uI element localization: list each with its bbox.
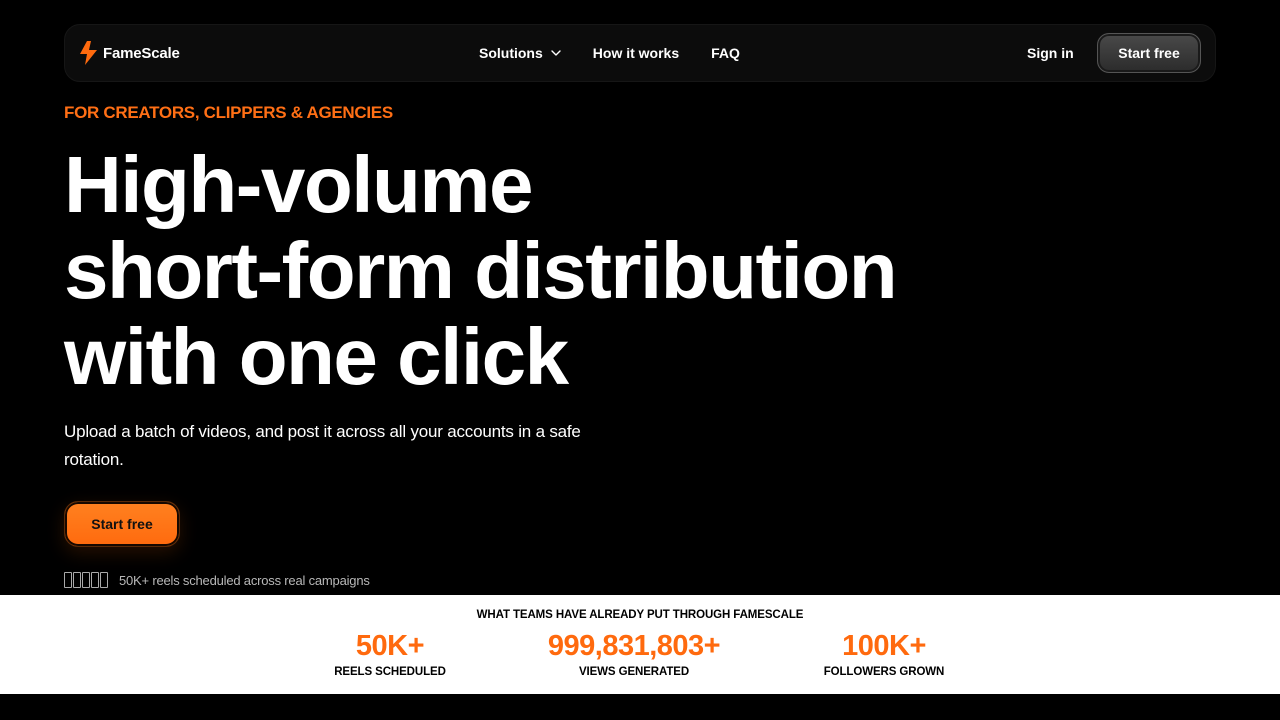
stats-band: WHAT TEAMS HAVE ALREADY PUT THROUGH FAME… <box>0 595 1280 694</box>
stat-label: FOLLOWERS GROWN <box>823 666 945 678</box>
hero-eyebrow: FOR CREATORS, CLIPPERS & AGENCIES <box>64 103 393 122</box>
stat-label: REELS SCHEDULED <box>334 666 446 678</box>
headline-line-2: short-form distribution <box>64 226 898 315</box>
nav-solutions-label: Solutions <box>479 45 543 61</box>
nav-solutions[interactable]: Solutions <box>479 45 561 61</box>
stat-label: VIEWS GENERATED <box>578 666 690 678</box>
rating-stars <box>64 572 108 588</box>
chevron-down-icon <box>551 50 561 56</box>
stat-value: 999,831,803+ <box>547 630 721 662</box>
nav-start-free-button[interactable]: Start free <box>1097 33 1201 73</box>
hero-headline: High-volume short-form distribution with… <box>64 142 964 400</box>
headline-line-1: High-volume <box>64 140 533 229</box>
nav-how-it-works[interactable]: How it works <box>593 45 679 61</box>
star-icon <box>82 572 90 588</box>
stat-value: 50K+ <box>355 630 425 662</box>
top-nav: FameScale Solutions How it works FAQ Sig… <box>64 24 1216 82</box>
stat-followers: 100K+ FOLLOWERS GROWN <box>814 628 954 678</box>
stats-heading: WHAT TEAMS HAVE ALREADY PUT THROUGH FAME… <box>476 609 804 621</box>
stat-views: 999,831,803+ VIEWS GENERATED <box>534 628 734 678</box>
hero-start-free-button[interactable]: Start free <box>64 501 180 547</box>
headline-line-3: with one click <box>64 312 569 401</box>
star-icon <box>73 572 81 588</box>
star-icon <box>100 572 108 588</box>
nav-links: Solutions How it works FAQ <box>479 45 740 61</box>
landing-page: FameScale Solutions How it works FAQ Sig… <box>0 0 1280 720</box>
stat-reels: 50K+ REELS SCHEDULED <box>330 628 450 678</box>
lightning-bolt-icon <box>80 41 97 65</box>
stat-value: 100K+ <box>842 630 926 662</box>
social-proof-text: 50K+ reels scheduled across real campaig… <box>119 572 370 588</box>
social-proof: 50K+ reels scheduled across real campaig… <box>64 572 370 588</box>
brand-logo[interactable]: FameScale <box>80 41 180 65</box>
sign-in-link[interactable]: Sign in <box>1027 45 1074 61</box>
nav-faq[interactable]: FAQ <box>711 45 740 61</box>
hero-subtitle: Upload a batch of videos, and post it ac… <box>64 422 581 469</box>
star-icon <box>64 572 72 588</box>
star-icon <box>91 572 99 588</box>
brand-name: FameScale <box>103 44 180 62</box>
